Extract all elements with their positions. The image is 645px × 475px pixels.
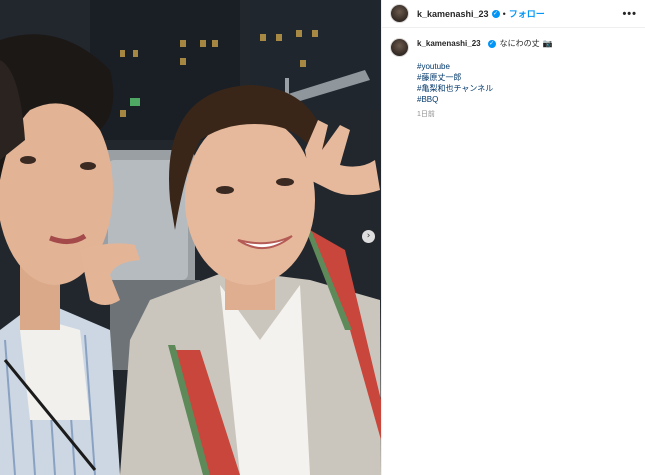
header-separator: • <box>502 8 506 19</box>
chevron-right-icon: › <box>366 231 371 241</box>
hashtag-link[interactable]: #BBQ <box>417 94 553 105</box>
next-image-button[interactable]: › <box>362 230 375 243</box>
hashtag-link[interactable]: #亀梨和也チャンネル <box>417 83 553 94</box>
camera-emoji: 📷 <box>542 39 553 48</box>
header-username[interactable]: k_kamenashi_23 <box>417 9 489 19</box>
selfie-photo-illustration <box>0 0 381 475</box>
follow-button[interactable]: フォロー <box>509 7 545 20</box>
hashtag-link[interactable]: #youtube <box>417 61 553 72</box>
post-side-panel: k_kamenashi_23 ✓ • フォロー ••• k_kamenashi_… <box>381 0 645 475</box>
caption-body: k_kamenashi_23 ✓ なにわの丈 📷 #youtube #藤原丈一郎… <box>417 38 553 120</box>
caption: k_kamenashi_23 ✓ なにわの丈 📷 #youtube #藤原丈一郎… <box>382 28 645 120</box>
hashtag-link[interactable]: #藤原丈一郎 <box>417 72 553 83</box>
hashtag-list: #youtube #藤原丈一郎 #亀梨和也チャンネル #BBQ <box>417 61 553 105</box>
post-header: k_kamenashi_23 ✓ • フォロー ••• <box>382 0 645 28</box>
post-photo[interactable]: › <box>0 0 381 475</box>
instagram-post: › k_kamenashi_23 ✓ • フォロー ••• k_kamenash… <box>0 0 645 475</box>
verified-badge-icon: ✓ <box>491 9 500 18</box>
caption-line: k_kamenashi_23 ✓ なにわの丈 📷 <box>417 38 553 49</box>
caption-username[interactable]: k_kamenashi_23 <box>417 38 481 49</box>
post-timestamp[interactable]: 1日前 <box>417 109 553 120</box>
avatar[interactable] <box>390 4 409 23</box>
caption-text: なにわの丈 <box>499 39 540 48</box>
caption-avatar[interactable] <box>390 38 409 57</box>
verified-badge-icon: ✓ <box>487 39 496 48</box>
more-options-icon[interactable]: ••• <box>622 8 637 20</box>
